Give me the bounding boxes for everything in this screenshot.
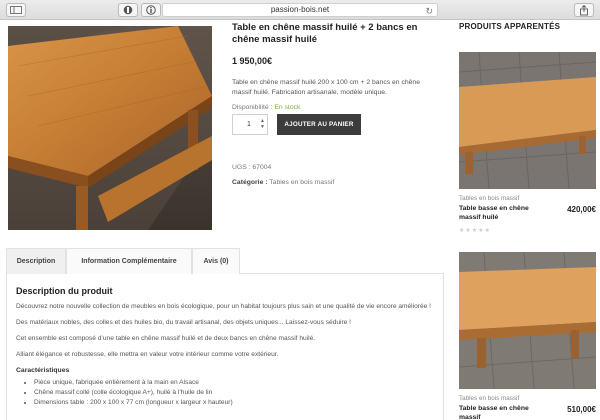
product-sku: UGS : 67004 xyxy=(232,164,271,171)
related-product-info: Table basse en chêne massif 510,00€ xyxy=(459,405,596,420)
quantity-stepper[interactable]: 1 ▲ ▼ xyxy=(232,114,268,135)
availability-label: Disponibilité : xyxy=(232,104,273,111)
feature-item: Pièce unique, fabriquée entièrement à la… xyxy=(34,378,434,388)
product-tabs: Description Information Complémentaire A… xyxy=(6,248,444,274)
sidebar-toggle-button[interactable] xyxy=(6,3,26,17)
share-icon xyxy=(580,4,588,15)
stock-status: En stock xyxy=(274,104,301,111)
share-button[interactable] xyxy=(574,3,594,17)
availability: Disponibilité : En stock xyxy=(232,104,432,111)
product-category: Catégorie : Tables en bois massif xyxy=(232,179,334,186)
related-product-card[interactable]: Tables en bois massif Table basse en chê… xyxy=(459,52,596,234)
description-heading: Description du produit xyxy=(16,286,113,296)
related-product-info: Table basse en chêne massif huilé 420,00… xyxy=(459,205,596,225)
product-price: 1 950,00€ xyxy=(232,56,273,66)
table-photo xyxy=(8,26,212,230)
features-heading: Caractéristiques xyxy=(16,367,70,374)
related-product-name[interactable]: Table basse en chêne massif xyxy=(459,405,545,420)
add-to-cart-form: 1 ▲ ▼ AJOUTER AU PANIER xyxy=(232,114,432,136)
quantity-value: 1 xyxy=(247,121,251,128)
info-icon xyxy=(146,5,156,15)
related-product-image[interactable] xyxy=(459,52,596,189)
address-bar[interactable]: passion-bois.net ↻ xyxy=(162,3,438,17)
feature-item: Dimensions table : 200 x 100 x 77 cm (lo… xyxy=(34,398,434,408)
related-products-title: PRODUITS APPARENTÉS xyxy=(459,22,561,31)
category-link[interactable]: Tables en bois massif xyxy=(269,179,334,186)
category-label: Catégorie : xyxy=(232,179,268,186)
tab-description[interactable]: Description xyxy=(6,248,66,274)
related-product-price: 510,00€ xyxy=(567,405,596,414)
feature-item: Chêne massif collé (colle écologique A+)… xyxy=(34,388,434,398)
related-product-name[interactable]: Table basse en chêne massif huilé xyxy=(459,205,545,222)
description-paragraph: Découvrez notre nouvelle collection de m… xyxy=(16,303,431,310)
tab-additional-information[interactable]: Information Complémentaire xyxy=(66,248,192,274)
related-product-image[interactable] xyxy=(459,252,596,389)
related-product-price: 420,00€ xyxy=(567,205,596,214)
privacy-report-button[interactable] xyxy=(118,3,138,17)
tab-reviews[interactable]: Avis (0) xyxy=(192,248,240,274)
description-panel: Description du produit Découvrez notre n… xyxy=(6,274,444,420)
description-paragraph: Cet ensemble est composé d’une table en … xyxy=(16,335,316,342)
description-paragraph: Des matériaux nobles, des colles et des … xyxy=(16,319,351,326)
info-button[interactable] xyxy=(141,3,161,17)
related-product-category: Tables en bois massif xyxy=(459,195,520,202)
product-summary: Table en chêne massif huilé + 2 bancs en… xyxy=(232,22,432,186)
related-product-category: Tables en bois massif xyxy=(459,395,520,402)
sku-value: 67004 xyxy=(252,164,272,171)
related-product-card[interactable]: Tables en bois massif Table basse en chê… xyxy=(459,252,596,420)
url-text: passion-bois.net xyxy=(270,5,330,14)
coffee-table-photo xyxy=(459,252,596,389)
features-list: Pièce unique, fabriquée entièrement à la… xyxy=(16,378,434,408)
product-short-description: Table en chêne massif huilé 200 x 100 cm… xyxy=(232,79,420,96)
browser-toolbar: passion-bois.net ↻ xyxy=(0,0,600,20)
sku-label: UGS : xyxy=(232,164,251,171)
description-paragraph: Alliant élégance et robustesse, elle met… xyxy=(16,351,279,358)
product-image[interactable] xyxy=(8,26,212,230)
reload-icon[interactable]: ↻ xyxy=(425,5,433,17)
sidebar-icon xyxy=(10,6,22,14)
add-to-cart-button[interactable]: AJOUTER AU PANIER xyxy=(277,114,361,135)
shield-icon xyxy=(123,5,133,15)
product-title: Table en chêne massif huilé + 2 bancs en… xyxy=(232,22,418,45)
related-products: PRODUITS APPARENTÉS Tables en bois massi… xyxy=(459,22,599,420)
coffee-table-photo xyxy=(459,52,596,189)
stepper-arrows-icon[interactable]: ▲ ▼ xyxy=(260,118,265,130)
star-rating: ★★★★★ xyxy=(459,228,491,234)
